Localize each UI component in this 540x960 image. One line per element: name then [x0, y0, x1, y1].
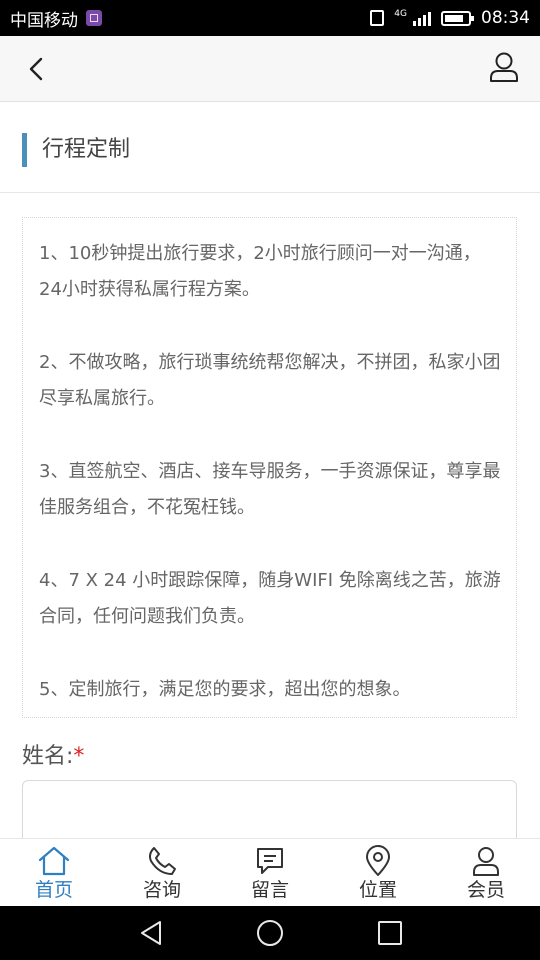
bottom-nav: 首页 咨询 留言 位置 会员 — [0, 838, 540, 906]
nav-item-home[interactable]: 首页 — [0, 839, 108, 906]
nav-label-home: 首页 — [34, 879, 73, 901]
recents-square-icon — [378, 921, 402, 945]
location-icon — [366, 845, 390, 876]
network-type: 4G — [394, 8, 407, 19]
user-icon — [490, 52, 518, 82]
benefit-item-3: 3、直签航空、酒店、接车导服务，一手资源保证，尊享最佳服务组合，不花冤枉钱。 — [39, 461, 501, 518]
name-label: 姓名:* — [22, 740, 84, 774]
nav-item-consult[interactable]: 咨询 — [108, 839, 216, 906]
nav-label-consult: 咨询 — [142, 879, 181, 901]
status-left: 中国移动 — [10, 6, 102, 31]
status-right: 4G 08:34 — [370, 8, 530, 28]
home-circle-icon — [257, 920, 283, 946]
carrier-name: 中国移动 — [10, 10, 78, 31]
battery-icon — [441, 10, 474, 26]
benefit-item-4: 4、7 X 24 小时跟踪保障，随身WIFI 免除离线之苦，旅游合同，任何问题我… — [39, 570, 501, 627]
nav-item-message[interactable]: 留言 — [216, 839, 324, 906]
benefit-item-2: 2、不做攻略，旅行琐事统统帮您解决，不拼团，私家小团尽享私属旅行。 — [39, 352, 501, 409]
phone-icon — [149, 847, 176, 875]
status-bar: 中国移动 4G 08:34 — [0, 0, 540, 36]
clock: 08:34 — [481, 8, 530, 28]
name-label-text: 姓名: — [22, 744, 74, 769]
back-button[interactable] — [22, 54, 52, 84]
user-button[interactable] — [488, 50, 520, 84]
back-triangle-icon — [141, 921, 161, 945]
system-nav-bar — [0, 906, 540, 960]
benefit-item-5: 5、定制旅行，满足您的要求，超出您的想象。 — [39, 679, 411, 700]
system-back-button[interactable] — [136, 918, 166, 948]
vibrate-icon — [370, 10, 385, 26]
nav-item-location[interactable]: 位置 — [324, 839, 432, 906]
section-header: 行程定制 — [0, 103, 540, 193]
required-mark: * — [73, 744, 85, 769]
image-notification-icon — [86, 10, 102, 26]
nav-label-location: 位置 — [358, 879, 397, 901]
benefit-item-1: 1、10秒钟提出旅行要求，2小时旅行顾问一对一沟通，24小时获得私属行程方案。 — [39, 243, 481, 300]
member-icon — [473, 847, 499, 876]
home-icon — [38, 846, 70, 876]
nav-label-message: 留言 — [250, 879, 289, 901]
system-recents-button[interactable] — [375, 918, 405, 948]
chevron-left-icon — [29, 57, 43, 81]
system-home-button[interactable] — [255, 918, 285, 948]
benefits-box: 1、10秒钟提出旅行要求，2小时旅行顾问一对一沟通，24小时获得私属行程方案。 … — [22, 217, 517, 718]
top-header — [0, 36, 540, 102]
nav-item-member[interactable]: 会员 — [432, 839, 540, 906]
page-title: 行程定制 — [42, 137, 131, 162]
signal-icon — [413, 10, 431, 26]
nav-label-member: 会员 — [466, 879, 505, 901]
title-accent-bar — [22, 133, 27, 167]
message-icon — [257, 848, 283, 874]
